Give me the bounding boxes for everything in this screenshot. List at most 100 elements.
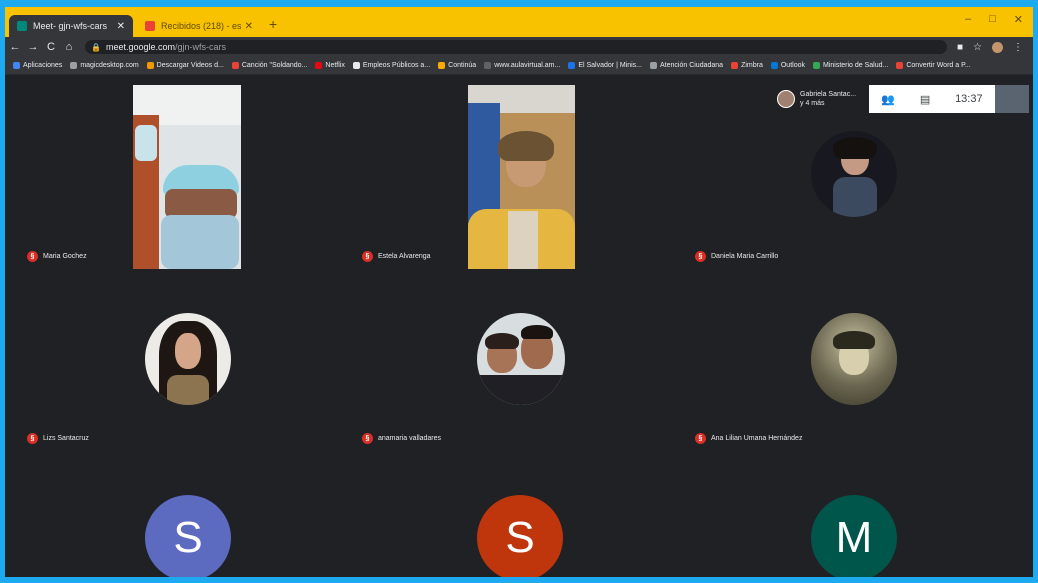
bookmark-favicon-icon bbox=[896, 62, 904, 69]
participant-name: Lizs Santacruz bbox=[43, 435, 89, 442]
meet-favicon-icon bbox=[17, 21, 27, 31]
participant-letter-avatar: M bbox=[811, 495, 897, 577]
bookmark-label: magicdesktop.com bbox=[80, 62, 139, 69]
address-host: meet.google.com bbox=[105, 42, 176, 52]
chat-icon[interactable]: ▤ bbox=[920, 93, 930, 106]
bookmark-star-icon[interactable]: ☆ bbox=[973, 42, 982, 53]
profile-avatar[interactable] bbox=[992, 41, 1003, 53]
presenter-name: Gabriela Santac... bbox=[800, 91, 857, 98]
new-tab-button[interactable]: + bbox=[269, 16, 277, 32]
participant-letter-avatar: S bbox=[145, 495, 231, 577]
bookmark-label: Netflix bbox=[325, 62, 345, 69]
bookmark-item[interactable]: Convertir Word a P... bbox=[896, 62, 971, 69]
bookmark-item[interactable]: Atención Ciudadana bbox=[650, 62, 723, 69]
bookmark-favicon-icon bbox=[484, 62, 492, 69]
bookmarks-bar: Aplicaciones magicdesktop.com Descargar Vi… bbox=[5, 57, 1033, 75]
participant-name-tag: § anamaria valladares bbox=[362, 433, 441, 444]
address-path: /gjn-wfs-cars bbox=[175, 42, 227, 52]
back-button[interactable]: ← bbox=[7, 41, 23, 53]
bookmark-favicon-icon bbox=[315, 62, 323, 69]
bookmark-item[interactable]: Empleos Públicos a... bbox=[352, 62, 431, 69]
people-icon[interactable]: 👥 bbox=[881, 93, 895, 106]
maximize-button[interactable]: □ bbox=[989, 13, 996, 26]
toolbar-actions: ■ ☆ ⋮ bbox=[957, 41, 1033, 53]
mic-muted-icon: § bbox=[695, 433, 706, 444]
mic-muted-icon: § bbox=[362, 251, 373, 262]
participant-name: Maria Gochez bbox=[43, 253, 87, 260]
tab-title: Meet- gjn-wfs-cars bbox=[33, 21, 108, 31]
participant-name: Ana Lilian Umana Hernández bbox=[711, 435, 803, 442]
participant-name-tag: § Estela Alvarenga bbox=[362, 251, 431, 262]
bookmark-item[interactable]: magicdesktop.com bbox=[70, 62, 139, 69]
participant-photo-daniela bbox=[811, 131, 897, 217]
bookmark-item[interactable]: Continúa bbox=[438, 62, 476, 69]
meet-top-right: Gabriela Santac... y 4 más 👥 ▤ 13:37 bbox=[777, 85, 1029, 113]
tab-meet[interactable]: Meet- gjn-wfs-cars ✕ bbox=[9, 15, 133, 37]
bookmark-item[interactable]: Descargar Videos d... bbox=[146, 62, 224, 69]
participant-name: anamaria valladares bbox=[378, 435, 442, 442]
camera-indicator-icon[interactable]: ■ bbox=[957, 42, 963, 53]
lock-icon: 🔒 bbox=[91, 42, 101, 52]
bookmark-label: Empleos Públicos a... bbox=[362, 62, 431, 69]
bookmark-label: Ministerio de Salud... bbox=[822, 62, 889, 69]
browser-toolbar: ← → C ⌂ 🔒 meet.google.com /gjn-wfs-cars … bbox=[5, 37, 1033, 57]
title-bar: Meet- gjn-wfs-cars ✕ Recibidos (218) - e… bbox=[5, 7, 1033, 37]
presenter-avatar bbox=[777, 90, 795, 108]
participant-name-tag: § Lizs Santacruz bbox=[27, 433, 89, 444]
bookmark-label: Convertir Word a P... bbox=[906, 62, 971, 69]
bookmark-favicon-icon bbox=[231, 62, 239, 69]
participant-name: Estela Alvarenga bbox=[378, 253, 431, 260]
participant-photo-anamaria bbox=[477, 313, 565, 405]
mic-muted-icon: § bbox=[695, 251, 706, 262]
bookmark-favicon-icon bbox=[568, 62, 576, 69]
bookmark-item[interactable]: El Salvador | Minis... bbox=[568, 62, 642, 69]
gmail-favicon-icon bbox=[145, 21, 155, 31]
bookmark-item[interactable]: Ministerio de Salud... bbox=[812, 62, 889, 69]
bookmark-label: www.aulavirtual.am... bbox=[494, 62, 561, 69]
close-tab-icon[interactable]: ✕ bbox=[117, 21, 125, 32]
minimize-button[interactable]: – bbox=[965, 13, 971, 26]
browser-window: Meet- gjn-wfs-cars ✕ Recibidos (218) - e… bbox=[5, 7, 1033, 577]
home-button[interactable]: ⌂ bbox=[61, 41, 77, 53]
address-bar[interactable]: 🔒 meet.google.com /gjn-wfs-cars bbox=[85, 40, 947, 54]
bookmark-favicon-icon bbox=[812, 62, 820, 69]
close-window-button[interactable]: ✕ bbox=[1014, 13, 1023, 26]
bookmark-label: Canción "Soldando... bbox=[241, 62, 308, 69]
presenter-chip[interactable]: Gabriela Santac... y 4 más bbox=[777, 90, 869, 108]
participant-letter-avatar: S bbox=[477, 495, 563, 577]
bookmark-favicon-icon bbox=[438, 62, 446, 69]
close-tab-icon[interactable]: ✕ bbox=[245, 21, 253, 32]
bookmark-label: Atención Ciudadana bbox=[660, 62, 724, 69]
bookmark-favicon-icon bbox=[13, 62, 20, 69]
bookmark-item[interactable]: Zimbra bbox=[731, 62, 763, 69]
mic-muted-icon: § bbox=[27, 433, 38, 444]
bookmark-item[interactable]: www.aulavirtual.am... bbox=[484, 62, 560, 69]
bookmark-label: Descargar Videos d... bbox=[156, 62, 224, 69]
clock-text: 13:37 bbox=[955, 93, 983, 105]
forward-button[interactable]: → bbox=[25, 41, 41, 53]
mic-muted-icon: § bbox=[27, 251, 38, 262]
bookmark-favicon-icon bbox=[352, 62, 360, 69]
bookmark-label: Outlook bbox=[780, 62, 805, 69]
participant-name-tag: § Daniela Maria Carrillo bbox=[695, 251, 778, 262]
bookmark-item[interactable]: Outlook bbox=[770, 62, 805, 69]
bookmark-item[interactable]: Netflix bbox=[315, 62, 345, 69]
participant-name-tag: § Ana Lilian Umana Hernández bbox=[695, 433, 802, 444]
bookmark-label: El Salvador | Minis... bbox=[578, 62, 643, 69]
bookmark-label: Aplicaciones bbox=[23, 62, 63, 69]
participant-photo-ana-lilian bbox=[811, 313, 897, 405]
tab-title: Recibidos (218) - estrada@... bbox=[161, 21, 241, 31]
bookmark-favicon-icon bbox=[650, 62, 658, 69]
tab-gmail[interactable]: Recibidos (218) - estrada@... ✕ bbox=[137, 15, 261, 37]
bookmark-favicon-icon bbox=[770, 62, 778, 69]
menu-icon[interactable]: ⋮ bbox=[1013, 42, 1023, 53]
self-view-thumbnail[interactable] bbox=[995, 85, 1029, 113]
meet-grid: § Maria Gochez § Estela Alvarenga § Dani… bbox=[5, 75, 1033, 577]
bookmark-item[interactable]: Aplicaciones bbox=[13, 62, 62, 69]
bookmark-label: Continúa bbox=[448, 62, 477, 69]
reload-button[interactable]: C bbox=[43, 41, 59, 53]
bookmark-favicon-icon bbox=[731, 62, 739, 69]
bookmark-item[interactable]: Canción "Soldando... bbox=[231, 62, 308, 69]
window-controls: – □ ✕ bbox=[965, 13, 1033, 26]
bookmark-favicon-icon bbox=[70, 62, 78, 69]
